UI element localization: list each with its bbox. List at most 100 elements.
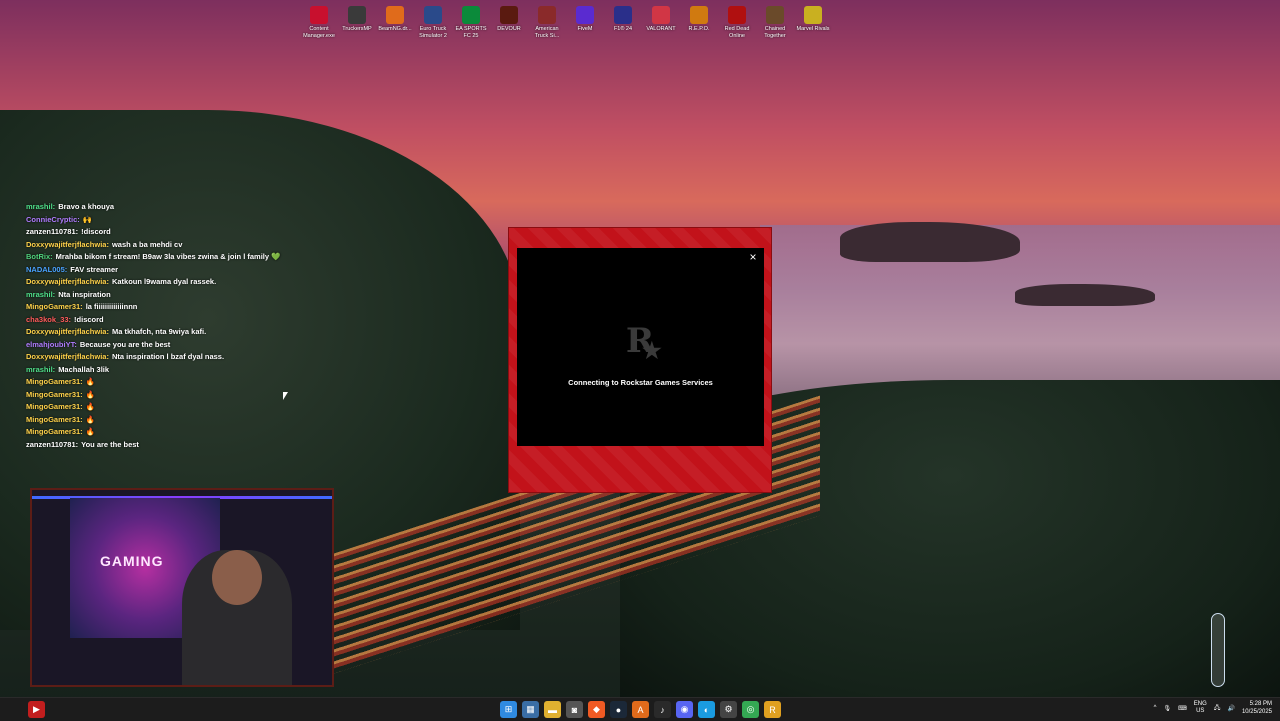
chat-text: 🔥 <box>85 377 96 386</box>
chat-text: 🔥 <box>85 414 96 424</box>
camera-icon[interactable]: ◙ <box>566 701 583 718</box>
chat-username: cha3kok_33: <box>26 314 72 324</box>
discord-icon[interactable]: ◉ <box>676 701 693 718</box>
desktop-shortcut[interactable]: American Truck Si... <box>528 4 566 40</box>
desktop-shortcut[interactable]: VALORANT <box>642 4 680 40</box>
chat-text: Nta inspiration l bzaf dyal nass. <box>111 352 225 361</box>
chat-username: MingoGamer31: <box>26 427 83 436</box>
desktop-shortcut[interactable]: F1® 24 <box>604 4 642 40</box>
desktop-shortcut[interactable]: Marvel Rivals <box>794 4 832 40</box>
lang-top: ENG <box>1193 701 1207 707</box>
eafc-icon <box>462 6 480 24</box>
desktop-shortcut-label: Content Manager.exe <box>303 26 335 39</box>
chat-username: mrashil: <box>26 289 56 299</box>
desktop-shortcut[interactable]: Euro Truck Simulator 2 <box>414 4 452 40</box>
volume-icon[interactable]: 🔊 <box>1227 705 1234 712</box>
clock[interactable]: 5:28 PM 10/25/2025 <box>1242 700 1272 716</box>
desktop-shortcut[interactable]: Chained Together <box>756 4 794 40</box>
rockstar-launcher-icon[interactable]: R <box>764 701 781 718</box>
network-icon[interactable]: 🖧 <box>1214 703 1221 713</box>
chat-text: Mrahba bikom f stream! B9aw 3la vibes zw… <box>55 252 281 261</box>
desktop-shortcut[interactable]: R.E.P.O. <box>680 4 718 40</box>
chat-message: MingoGamer31: 🔥 <box>26 376 306 389</box>
desktop-icons: Content Manager.exe TruckersMP BeamNG.dr..… <box>300 4 832 40</box>
chat-text: Because you are the best <box>79 339 171 349</box>
chat-text: 🔥 <box>85 427 96 436</box>
chat-username: zanzen110781: <box>26 439 79 449</box>
youtube-icon[interactable]: ▶ <box>28 701 45 718</box>
poster-text: GAMING <box>100 553 164 569</box>
chat-message: mrashil: Machallah 3lik <box>26 364 306 377</box>
desktop-shortcut[interactable]: TruckersMP <box>338 4 376 40</box>
chat-username: MingoGamer31: <box>26 414 83 424</box>
settings-icon[interactable]: ⚙ <box>720 701 737 718</box>
keyboard-icon[interactable]: ⌨ <box>1178 705 1187 712</box>
file-explorer-icon[interactable]: ▬ <box>544 701 561 718</box>
sea-rock <box>840 222 1020 262</box>
chat-text: You are the best <box>81 439 139 449</box>
chat-text: 🙌 <box>82 214 93 224</box>
chat-message: zanzen110781: You are the best <box>26 439 306 452</box>
desktop-shortcut[interactable]: FiveM <box>566 4 604 40</box>
side-widget[interactable] <box>1211 613 1225 687</box>
app-a-icon[interactable]: A <box>632 701 649 718</box>
tray-overflow-chevron-icon[interactable]: ^ <box>1154 705 1157 711</box>
chat-text: Bravo a khouya <box>58 202 115 211</box>
windows-start-icon[interactable]: ⊞ <box>500 701 517 718</box>
chat-username: MingoGamer31: <box>26 302 83 311</box>
chat-message: Doxxywajitferjflachwia: Nta inspiration l… <box>26 351 306 364</box>
chat-message: MingoGamer31: la fiiiiiiiiiiiiinnn <box>26 301 306 314</box>
f1-icon <box>614 6 632 24</box>
chat-message: MingoGamer31: 🔥 <box>26 426 306 439</box>
chat-username: mrashil: <box>26 364 56 374</box>
clock-date: 10/25/2025 <box>1241 709 1272 715</box>
lang-bottom: US <box>1196 708 1205 714</box>
chat-text: FAV streamer <box>70 264 119 274</box>
chat-username: zanzen110781: <box>26 227 79 236</box>
brave-icon[interactable]: ◆ <box>588 701 605 718</box>
rdo-icon <box>728 6 746 24</box>
language-indicator[interactable]: ENG US <box>1194 701 1207 715</box>
desktop-shortcut-label: FiveM <box>577 26 593 32</box>
chrome-icon[interactable]: ◎ <box>742 701 759 718</box>
desktop-shortcut[interactable]: BeamNG.dr... <box>376 4 414 40</box>
chat-text: wash a ba mehdi cv <box>111 239 183 249</box>
chat-username: elmahjoubiYT: <box>26 339 77 349</box>
desktop-shortcut[interactable]: Content Manager.exe <box>300 4 338 40</box>
desktop-shortcut[interactable]: EA SPORTS FC 25 <box>452 4 490 40</box>
connecting-status: Connecting to Rockstar Games Services <box>568 378 713 387</box>
chained-together-icon <box>766 6 784 24</box>
chat-username: Doxxywajitferjflachwia: <box>26 352 109 361</box>
chat-message: mrashil: Bravo a khouya <box>26 201 306 214</box>
chat-text: Nta inspiration <box>58 289 111 299</box>
desktop-shortcut-label: VALORANT <box>646 26 676 32</box>
ocean-background <box>760 225 1280 395</box>
tiktok-icon[interactable]: ♪ <box>654 701 671 718</box>
fivem-icon <box>576 6 594 24</box>
ets2-icon <box>424 6 442 24</box>
chat-username: Doxxywajitferjflachwia: <box>26 277 109 286</box>
ats-icon <box>538 6 556 24</box>
desktop-shortcut[interactable]: Red Dead Online <box>718 4 756 40</box>
chat-text: 🔥 <box>85 389 96 399</box>
chat-message: elmahjoubiYT: Because you are the best <box>26 339 306 352</box>
desktop-shortcut[interactable]: DEVOUR <box>490 4 528 40</box>
microphone-icon[interactable]: 🎙 <box>1163 705 1171 712</box>
calendar-icon[interactable]: ▦ <box>522 701 539 718</box>
stream-chat-overlay: mrashil: Bravo a khouya ConnieCryptic: 🙌 zan… <box>26 201 306 451</box>
chat-message: Doxxywajitferjflachwia: Ma tkhafch, nta 9… <box>26 326 306 339</box>
chat-message: cha3kok_33: !discord <box>26 314 306 327</box>
edge-icon[interactable]: ◐ <box>698 701 715 718</box>
steam-icon[interactable]: ● <box>610 701 627 718</box>
desktop-shortcut-label: Marvel Rivals <box>796 26 830 32</box>
streamer-head <box>212 550 262 605</box>
chat-username: mrashil: <box>26 202 56 211</box>
close-button[interactable]: × <box>746 250 760 264</box>
chat-username: MingoGamer31: <box>26 402 83 411</box>
devour-icon <box>500 6 518 24</box>
marvel-rivals-icon <box>804 6 822 24</box>
chat-message: Doxxywajitferjflachwia: Katkoun l9wama dy… <box>26 276 306 289</box>
chat-message: NADAL005: FAV streamer <box>26 264 306 277</box>
chat-text: 🔥 <box>85 402 96 411</box>
chat-message: BotRix: Mrahba bikom f stream! B9aw 3la v… <box>26 251 306 264</box>
